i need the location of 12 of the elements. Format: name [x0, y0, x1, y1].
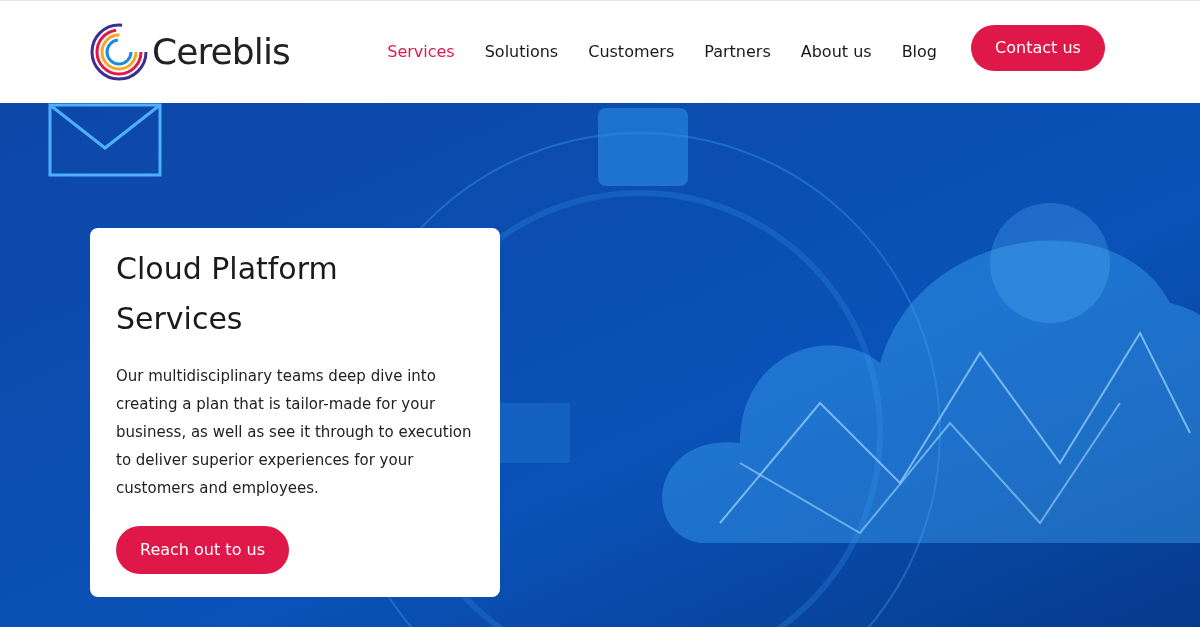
nav-link[interactable]: Blog	[901, 40, 937, 64]
nav-link[interactable]: Solutions	[484, 40, 559, 64]
contact-button[interactable]: Contact us	[971, 25, 1105, 71]
card-description: Our multidisciplinary teams deep dive into creating a plan that is tailor-made for your business, as well as see it through to execution to deliver superior experiences for your customers and employees.	[116, 366, 473, 499]
nav-link[interactable]: Customers	[588, 40, 675, 64]
reach-out-button[interactable]: Reach out to us	[116, 526, 289, 574]
nav-link[interactable]: About us	[800, 40, 872, 64]
nav-link[interactable]: Partners	[704, 40, 771, 64]
nav-link[interactable]: Services	[387, 40, 455, 64]
logo-text[interactable]: Cereblis	[152, 25, 290, 79]
logo-icon	[90, 23, 148, 81]
card-title: Cloud Platform Services	[116, 250, 339, 338]
